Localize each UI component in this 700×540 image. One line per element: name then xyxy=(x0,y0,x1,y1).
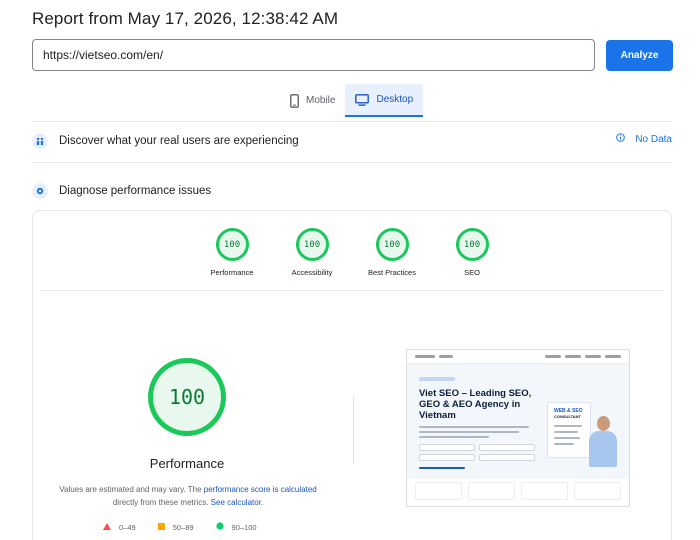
thumbnail-text-line xyxy=(554,443,574,445)
tab-desktop[interactable]: Desktop xyxy=(345,84,424,117)
lightning-icon xyxy=(32,183,48,199)
thumbnail-bar xyxy=(439,355,453,358)
diagnose-section: Diagnose performance issues xyxy=(32,181,672,201)
thumbnail-person-body xyxy=(589,431,617,467)
no-data-label: No Data xyxy=(635,133,672,145)
diagnose-card: 100 Performance 100 Accessibility 100 Be… xyxy=(32,210,672,540)
thumbnail-service-card xyxy=(415,482,462,500)
see-calculator-link[interactable]: See calculator. xyxy=(211,498,263,507)
tab-mobile-label: Mobile xyxy=(306,95,336,106)
thumbnail-person-head xyxy=(597,416,610,431)
performance-label: Performance xyxy=(149,456,225,471)
thumbnail-consultant-card: WEB & SEO CONSULTANT xyxy=(547,402,591,458)
thumbnail-button xyxy=(419,467,465,469)
thumbnail-text-line xyxy=(419,436,489,438)
page-screenshot-thumbnail: Viet SEO – Leading SEO, GEO & AEO Agency… xyxy=(406,349,630,507)
thumbnail-checkbox xyxy=(419,444,475,451)
people-icon xyxy=(32,133,48,149)
disclaimer-middle: directly from these metrics. xyxy=(112,498,211,507)
thumbnail-bar xyxy=(605,355,621,358)
legend-range: 50–89 xyxy=(172,522,194,532)
score-gauge-accessibility[interactable]: 100 Accessibility xyxy=(267,228,357,277)
disclaimer-prefix: Values are estimated and may vary. The xyxy=(59,485,204,494)
score-gauge-best-practices[interactable]: 100 Best Practices xyxy=(347,228,437,277)
tab-mobile[interactable]: Mobile xyxy=(280,84,345,117)
thumbnail-service-card xyxy=(468,482,515,500)
score-gauge-seo[interactable]: 100 SEO xyxy=(427,228,517,277)
square-icon xyxy=(157,522,165,532)
thumbnail-tag xyxy=(419,377,455,381)
thumbnail-bar xyxy=(565,355,581,358)
phone-icon xyxy=(290,93,299,108)
legend-average: 50–89 xyxy=(157,522,194,532)
diagnose-title: Diagnose performance issues xyxy=(59,185,212,197)
performance-score-link[interactable]: performance score is calculated xyxy=(204,485,317,494)
legend-pass: 90–100 xyxy=(215,522,257,532)
score-label: SEO xyxy=(464,268,480,277)
score-label: Accessibility xyxy=(291,268,333,277)
score-value: 100 xyxy=(455,228,489,261)
monitor-icon xyxy=(355,93,370,106)
score-value: 100 xyxy=(295,228,329,261)
thumbnail-text-line xyxy=(554,425,582,427)
thumbnail-bar xyxy=(585,355,601,358)
thumbnail-bar xyxy=(545,355,561,358)
tabs-divider xyxy=(32,121,672,122)
legend-range: 0–49 xyxy=(119,522,136,532)
thumbnail-text-line xyxy=(419,431,519,433)
thumbnail-card-subtitle: CONSULTANT xyxy=(554,414,581,419)
thumbnail-service-card xyxy=(574,482,621,500)
legend-range: 90–100 xyxy=(231,522,257,532)
thumbnail-checkbox xyxy=(419,454,475,461)
discover-divider xyxy=(32,162,672,163)
score-legend: 0–49 50–89 90–100 xyxy=(103,522,257,532)
score-value: 100 xyxy=(375,228,409,261)
thumbnail-topbar xyxy=(407,350,629,364)
legend-fail: 0–49 xyxy=(103,522,136,532)
triangle-icon xyxy=(103,522,111,532)
thumbnail-service-card xyxy=(521,482,568,500)
vertical-divider xyxy=(353,396,354,464)
no-data-link[interactable]: No Data xyxy=(616,133,672,145)
performance-gauge: 100 xyxy=(148,358,226,436)
thumbnail-checkbox xyxy=(479,444,535,451)
thumbnail-text-line xyxy=(554,431,578,433)
device-tabs: Mobile Desktop xyxy=(280,84,424,117)
url-input[interactable] xyxy=(32,39,595,71)
analyze-button[interactable]: Analyze xyxy=(606,40,673,71)
thumbnail-bar xyxy=(415,355,435,358)
discover-section: Discover what your real users are experi… xyxy=(32,131,672,151)
thumbnail-text-line xyxy=(419,426,529,428)
tab-desktop-label: Desktop xyxy=(376,94,414,105)
discover-title: Discover what your real users are experi… xyxy=(59,135,299,147)
thumbnail-checkbox xyxy=(479,454,535,461)
thumbnail-service-cards xyxy=(407,482,629,500)
score-disclaimer: Values are estimated and may vary. The p… xyxy=(53,483,323,509)
circle-icon xyxy=(215,522,224,532)
score-label: Performance xyxy=(210,268,254,277)
thumbnail-text-line xyxy=(554,437,580,439)
info-icon xyxy=(616,133,626,145)
report-title: Report from May 17, 2026, 12:38:42 AM xyxy=(32,9,339,28)
score-label: Best Practices xyxy=(368,268,416,277)
card-divider xyxy=(40,290,664,291)
score-value: 100 xyxy=(215,228,249,261)
thumbnail-headline: Viet SEO – Leading SEO, GEO & AEO Agency… xyxy=(419,388,532,421)
score-gauge-performance[interactable]: 100 Performance xyxy=(187,228,277,277)
thumbnail-hero: Viet SEO – Leading SEO, GEO & AEO Agency… xyxy=(407,364,629,479)
